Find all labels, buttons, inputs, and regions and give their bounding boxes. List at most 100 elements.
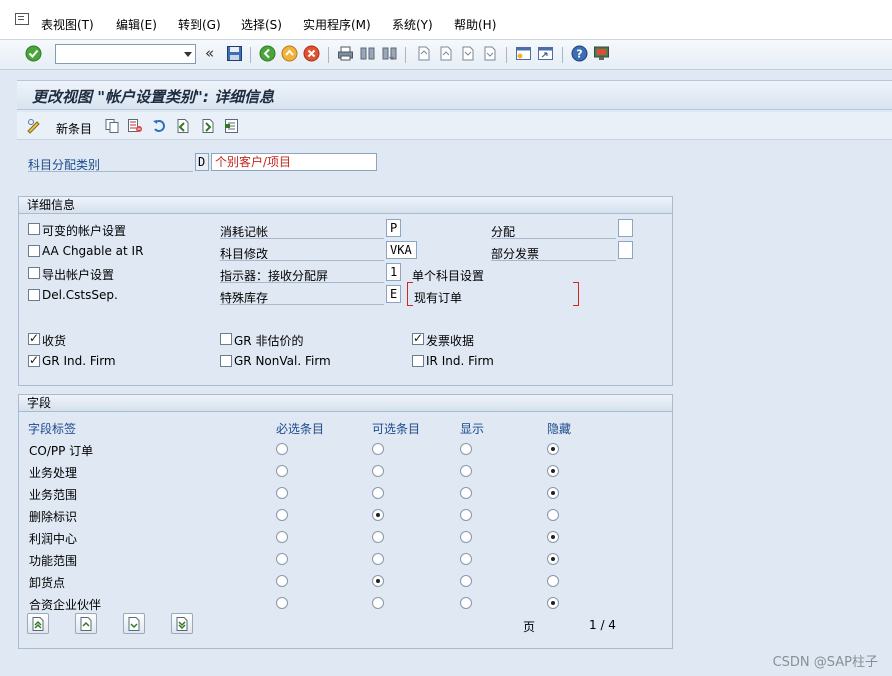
radio-display[interactable] (460, 553, 472, 565)
previous-entry-icon[interactable] (175, 118, 191, 134)
last-page-button[interactable] (171, 613, 193, 634)
delete-row-icon[interactable] (127, 118, 143, 134)
radio-optional[interactable] (372, 575, 384, 587)
distribution-field[interactable] (618, 219, 633, 237)
save-icon[interactable] (226, 45, 243, 62)
goods-receipt-checkbox[interactable] (28, 331, 40, 345)
radio-hide[interactable] (547, 443, 559, 455)
account-assignment-code-field[interactable]: D (195, 153, 209, 171)
first-page-button[interactable] (27, 613, 49, 634)
radio-optional[interactable] (372, 443, 384, 455)
shortcut-icon[interactable] (537, 45, 554, 62)
gr-non-valuated-checkbox[interactable] (220, 333, 232, 345)
radio-required[interactable] (276, 531, 288, 543)
orders-on-hand-text: 现有订单 (414, 291, 463, 305)
consumption-posting-field[interactable]: P (386, 219, 401, 237)
menu-edit[interactable]: 编辑(E) (116, 16, 157, 33)
field-row-label: 利润中心 (29, 532, 78, 546)
radio-display[interactable] (460, 575, 472, 587)
next-page-icon[interactable] (459, 45, 476, 62)
gr-non-valuated-label: GR 非估价的 (234, 334, 304, 348)
radio-hide[interactable] (547, 509, 559, 521)
gr-ind-firm-checkbox[interactable] (28, 353, 40, 367)
undo-change-icon[interactable] (152, 118, 168, 134)
del-csts-sep-checkbox[interactable] (28, 289, 40, 301)
radio-required[interactable] (276, 597, 288, 609)
single-account-assignment-text: 单个科目设置 (412, 269, 485, 283)
radio-hide[interactable] (547, 597, 559, 609)
radio-display[interactable] (460, 465, 472, 477)
invoice-receipt-checkbox[interactable] (412, 331, 424, 345)
radio-optional[interactable] (372, 487, 384, 499)
special-stock-field[interactable]: E (386, 285, 401, 303)
help-icon[interactable]: ? (571, 45, 588, 62)
change-display-icon[interactable] (26, 118, 43, 134)
radio-optional[interactable] (372, 553, 384, 565)
exit-icon[interactable] (281, 45, 298, 62)
radio-optional[interactable] (372, 465, 384, 477)
watermark: CSDN @SAP柱子 (772, 655, 878, 670)
select-all-icon[interactable] (224, 118, 240, 134)
radio-required[interactable] (276, 509, 288, 521)
menu-system[interactable]: 系统(Y) (392, 16, 433, 33)
find-next-icon[interactable] (381, 45, 398, 62)
gr-nonval-firm-label: GR NonVal. Firm (234, 354, 331, 368)
radio-required[interactable] (276, 487, 288, 499)
radio-display[interactable] (460, 531, 472, 543)
radio-hide[interactable] (547, 465, 559, 477)
enter-check-icon[interactable] (25, 45, 42, 62)
back-icon[interactable] (259, 45, 276, 62)
back-history-icon[interactable]: « (205, 44, 214, 62)
application-toolbar: 新条目 (17, 112, 892, 140)
partial-invoice-field[interactable] (618, 241, 633, 259)
first-page-icon[interactable] (415, 45, 432, 62)
last-page-icon[interactable] (481, 45, 498, 62)
radio-display[interactable] (460, 443, 472, 455)
menu-select[interactable]: 选择(S) (241, 16, 282, 33)
radio-required[interactable] (276, 575, 288, 587)
ir-ind-firm-checkbox[interactable] (412, 355, 424, 367)
aa-chgable-at-ir-checkbox[interactable] (28, 245, 40, 257)
print-icon[interactable] (337, 45, 354, 62)
customize-layout-icon[interactable] (593, 45, 610, 62)
menu-utilities[interactable]: 实用程序(M) (303, 16, 371, 33)
page-label: 页 (523, 620, 536, 634)
menu-table-view[interactable]: 表视图(T) (41, 16, 94, 33)
required-marker-left (407, 282, 413, 306)
system-menu-icon[interactable] (15, 13, 29, 25)
radio-hide[interactable] (547, 531, 559, 543)
radio-hide[interactable] (547, 553, 559, 565)
radio-required[interactable] (276, 553, 288, 565)
previous-page-icon[interactable] (437, 45, 454, 62)
radio-optional[interactable] (372, 597, 384, 609)
command-input[interactable] (56, 45, 176, 63)
derive-account-assignment-checkbox[interactable] (28, 267, 40, 279)
radio-optional[interactable] (372, 531, 384, 543)
del-csts-sep-label: Del.CstsSep. (42, 288, 118, 302)
account-modification-field[interactable]: VKA (386, 241, 417, 259)
copy-as-icon[interactable] (104, 118, 120, 134)
new-entries-button[interactable]: 新条目 (56, 120, 92, 137)
radio-required[interactable] (276, 465, 288, 477)
radio-display[interactable] (460, 597, 472, 609)
menu-help[interactable]: 帮助(H) (454, 16, 496, 33)
menu-goto[interactable]: 转到(G) (178, 16, 221, 33)
create-session-icon[interactable] (515, 45, 532, 62)
command-field[interactable] (55, 44, 196, 64)
radio-required[interactable] (276, 443, 288, 455)
radio-hide[interactable] (547, 575, 559, 587)
acct-assignment-screen-indicator-field[interactable]: 1 (386, 263, 401, 281)
cancel-icon[interactable] (303, 45, 320, 62)
gr-nonval-firm-checkbox[interactable] (220, 355, 232, 367)
radio-display[interactable] (460, 509, 472, 521)
chevron-down-icon[interactable] (184, 52, 192, 57)
radio-display[interactable] (460, 487, 472, 499)
find-icon[interactable] (359, 45, 376, 62)
variable-account-assignment-checkbox[interactable] (28, 223, 40, 235)
next-page-button[interactable] (123, 613, 145, 634)
radio-optional[interactable] (372, 509, 384, 521)
previous-page-button[interactable] (75, 613, 97, 634)
field-row-label: CO/PP 订单 (29, 444, 94, 458)
next-entry-icon[interactable] (200, 118, 216, 134)
radio-hide[interactable] (547, 487, 559, 499)
